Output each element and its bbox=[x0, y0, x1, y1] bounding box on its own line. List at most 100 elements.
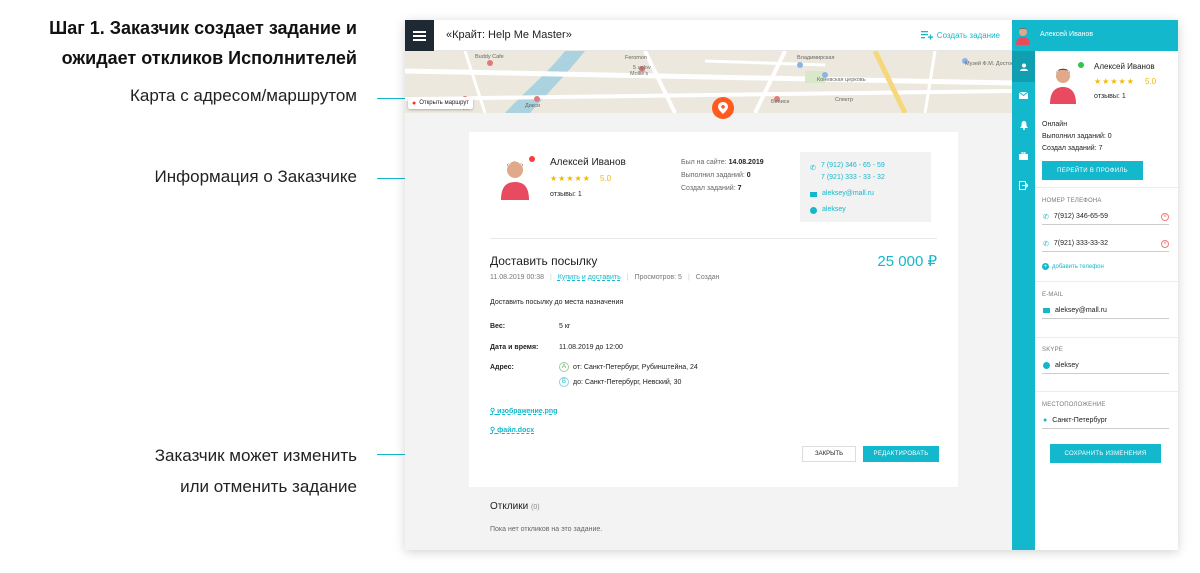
address-label: Адрес: bbox=[490, 364, 514, 371]
customer-created: Создал заданий: 7 bbox=[681, 185, 742, 192]
weight-value: 5 кг bbox=[559, 323, 571, 330]
profile-avatar bbox=[1050, 68, 1076, 104]
datetime-value: 11.08.2019 до 12:00 bbox=[559, 344, 623, 351]
customer-name[interactable]: Алексей Иванов bbox=[550, 157, 626, 168]
open-route-button[interactable]: ● Открыть маршрут bbox=[408, 97, 474, 109]
skype-icon bbox=[810, 206, 817, 214]
user-icon[interactable] bbox=[1018, 61, 1029, 72]
close-task-button[interactable]: ЗАКРЫТЬ bbox=[802, 446, 856, 462]
phone-icon: ✆ bbox=[1043, 240, 1049, 248]
customer-rating: 5.0 bbox=[600, 174, 612, 183]
top-bar: «Крайт: Help Me Master» Создать задание bbox=[405, 20, 1012, 51]
customer-done: Выполнил заданий: 0 bbox=[681, 172, 751, 179]
add-phone-button[interactable]: + добавить телефон bbox=[1042, 263, 1104, 270]
card-divider bbox=[490, 238, 937, 239]
customer-avatar bbox=[497, 152, 533, 200]
customer-phone-1[interactable]: ✆ 7 (912) 346 - 65 - 59 bbox=[810, 160, 921, 172]
remove-phone-icon[interactable]: × bbox=[1161, 239, 1169, 248]
star-rating-icon: ★★★★★ bbox=[550, 174, 591, 183]
skype-icon bbox=[1043, 362, 1050, 369]
panel-divider bbox=[1035, 391, 1178, 392]
phone-icon: ✆ bbox=[1043, 213, 1049, 221]
mail-icon[interactable] bbox=[1018, 90, 1029, 101]
profile-rating: 5.0 bbox=[1145, 77, 1157, 86]
profile-reviews[interactable]: отзывы: 1 bbox=[1094, 93, 1126, 100]
task-category-link[interactable]: Купить и доставить bbox=[558, 274, 621, 281]
task-meta: 11.08.2019 00:38 | Купить и доставить | … bbox=[490, 274, 720, 281]
map-label: Владимирская bbox=[797, 55, 834, 61]
phone-icon: ✆ bbox=[810, 165, 816, 172]
map-label: Музей Ф.М. Достоевского bbox=[965, 60, 1012, 67]
header-user-name[interactable]: Алексей Иванов bbox=[1040, 31, 1093, 38]
map-marker-icon: ● bbox=[412, 99, 417, 107]
location-label: МЕСТОПОЛОЖЕНИЕ bbox=[1042, 402, 1106, 408]
briefcase-icon[interactable] bbox=[1018, 150, 1029, 161]
header-avatar[interactable] bbox=[1014, 25, 1032, 45]
profile-status: Онлайн bbox=[1042, 121, 1068, 128]
panel-divider bbox=[1035, 281, 1178, 282]
panel-divider bbox=[1035, 337, 1178, 338]
datetime-label: Дата и время: bbox=[490, 344, 539, 351]
customer-email[interactable]: aleksey@mall.ru bbox=[810, 188, 921, 200]
annotation-action-line2: или отменить задание bbox=[180, 477, 357, 496]
remove-phone-icon[interactable]: × bbox=[1161, 212, 1169, 221]
responses-title: Отклики (0) bbox=[490, 501, 540, 512]
address-from: Aот: Санкт-Петербург, Рубинштейна, 24 bbox=[559, 362, 698, 372]
map[interactable]: Buddy Cafe Feromon 5 uglov Mollie's Владимир… bbox=[405, 51, 1012, 113]
bell-icon[interactable] bbox=[1018, 120, 1029, 131]
edit-task-button[interactable]: РЕДАКТИРОВАТЬ bbox=[863, 446, 939, 462]
create-task-button[interactable]: Создать задание bbox=[920, 30, 1000, 40]
map-label: Спектр bbox=[835, 97, 853, 103]
task-description: Доставить посылку до места назначения bbox=[490, 299, 624, 306]
map-label: Бенисе bbox=[771, 99, 790, 105]
email-field[interactable]: aleksey@mall.ru bbox=[1042, 303, 1169, 319]
customer-phone-2[interactable]: 7 (921) 333 - 33 - 32 bbox=[810, 172, 921, 184]
point-b-icon: B bbox=[559, 377, 569, 387]
weight-label: Вес: bbox=[490, 323, 506, 330]
save-changes-button[interactable]: СОХРАНИТЬ ИЗМЕНЕНИЯ bbox=[1050, 444, 1161, 463]
map-label: Feromon bbox=[625, 55, 647, 61]
responses-empty: Пока нет откликов на это задание. bbox=[490, 526, 603, 533]
map-label: Mollie's bbox=[630, 71, 648, 77]
sidebar-nav bbox=[1012, 20, 1035, 550]
profile-done: Выполнил заданий: 0 bbox=[1042, 133, 1112, 140]
task-price: 25 000 ₽ bbox=[877, 253, 937, 270]
logout-icon[interactable] bbox=[1018, 180, 1029, 191]
profile-online-dot bbox=[1078, 62, 1084, 68]
customer-contacts: ✆ 7 (912) 346 - 65 - 59 7 (921) 333 - 33 … bbox=[800, 152, 931, 222]
customer-reviews[interactable]: отзывы: 1 bbox=[550, 191, 582, 198]
location-field[interactable]: ● Санкт-Петербург bbox=[1042, 413, 1169, 429]
location-pin-icon[interactable] bbox=[712, 97, 734, 119]
task-title: Доставить посылку bbox=[490, 254, 598, 268]
panel-divider bbox=[1035, 187, 1178, 188]
task-status: Создан bbox=[695, 274, 720, 281]
panel-header: Алексей Иванов bbox=[1035, 20, 1178, 51]
phone-label: НОМЕР ТЕЛЕФОНА bbox=[1042, 198, 1102, 204]
annotation-customer: Информация о Заказчике bbox=[154, 167, 357, 186]
profile-created: Создал заданий: 7 bbox=[1042, 145, 1103, 152]
skype-label: SKYPE bbox=[1042, 347, 1064, 353]
profile-panel: Алексей Иванов Алексей Иванов ★★★★★ 5.0 … bbox=[1035, 20, 1178, 550]
address-to: Bдо: Санкт-Петербург, Невский, 30 bbox=[559, 377, 681, 387]
phone-field-1[interactable]: ✆ 7(912) 346-65-59 × bbox=[1042, 209, 1169, 225]
customer-skype[interactable]: aleksey bbox=[810, 204, 921, 216]
email-label: E-MAIL bbox=[1042, 292, 1064, 298]
app-window: «Крайт: Help Me Master» Создать задание bbox=[405, 20, 1178, 550]
profile-name: Алексей Иванов bbox=[1094, 62, 1155, 71]
map-label: Коневская церковь bbox=[817, 77, 866, 83]
attachment-image-link[interactable]: ⚲ изображение.png bbox=[490, 407, 557, 415]
add-list-icon bbox=[920, 31, 933, 40]
customer-status-dot bbox=[529, 156, 535, 162]
map-label: Дикси bbox=[525, 103, 540, 109]
map-label: Buddy Cafe bbox=[475, 54, 504, 60]
annotation-action-line1: Заказчик может изменить bbox=[154, 446, 357, 465]
skype-field[interactable]: aleksey bbox=[1042, 358, 1169, 374]
go-to-profile-button[interactable]: ПЕРЕЙТИ В ПРОФИЛЬ bbox=[1042, 161, 1143, 180]
mail-icon bbox=[810, 191, 817, 197]
hamburger-menu-icon[interactable] bbox=[405, 20, 434, 51]
point-a-icon: A bbox=[559, 362, 569, 372]
attachment-doc-link[interactable]: ⚲ файл.docx bbox=[490, 426, 534, 434]
phone-field-2[interactable]: ✆ 7(921) 333-33-32 × bbox=[1042, 236, 1169, 252]
annotation-map: Карта с адресом/маршрутом bbox=[129, 86, 357, 105]
app-title: «Крайт: Help Me Master» bbox=[446, 29, 572, 41]
